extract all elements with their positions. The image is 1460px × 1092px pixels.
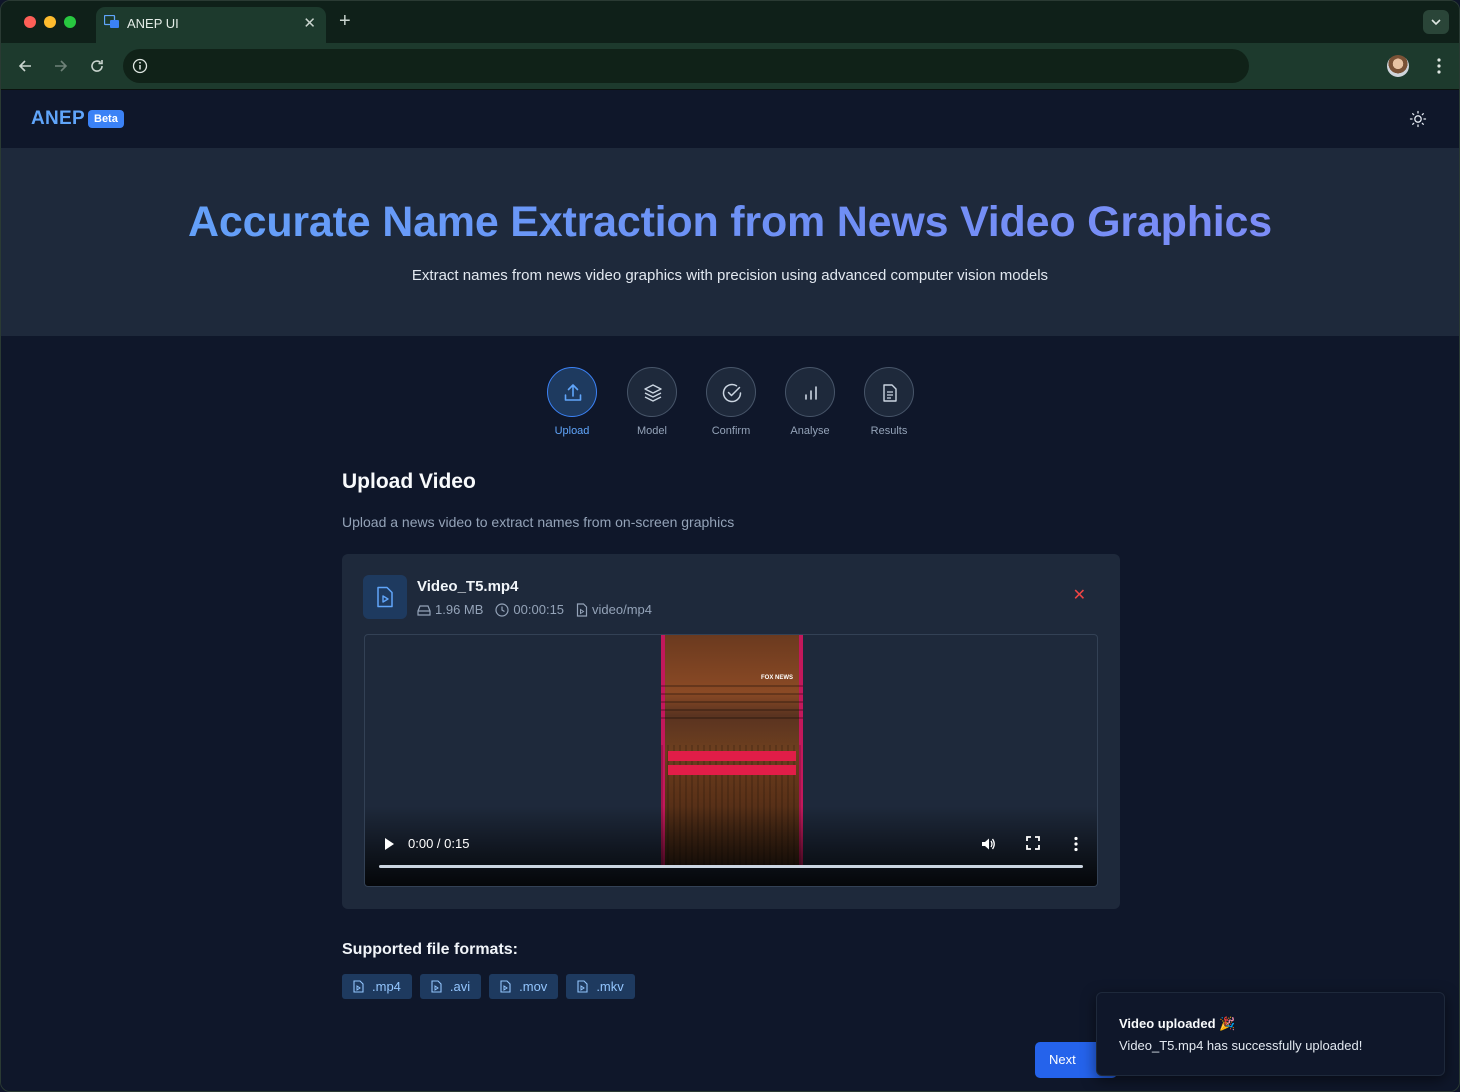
volume-icon[interactable] (980, 836, 996, 852)
section-title: Upload Video (342, 470, 476, 493)
file-type: video/mp4 (576, 602, 652, 617)
formats-title: Supported file formats: (342, 941, 519, 958)
video-time: 0:00 / 0:15 (408, 836, 470, 851)
document-icon (883, 384, 897, 402)
address-bar[interactable] (123, 49, 1249, 83)
video-player[interactable]: FOX NEWS 0:00 / 0:15 (364, 634, 1098, 887)
video-file-icon (377, 586, 393, 608)
file-duration: 00:00:15 (495, 602, 564, 617)
close-window-button[interactable] (24, 16, 36, 28)
hero-title: Accurate Name Extraction from News Video… (1, 198, 1459, 247)
step-label: Analyse (790, 425, 830, 437)
play-icon[interactable] (385, 838, 394, 850)
fullscreen-icon[interactable] (1026, 836, 1040, 850)
info-icon[interactable] (132, 58, 148, 74)
favicon-icon (104, 15, 119, 28)
file-video-icon (431, 980, 442, 993)
format-chip: .mp4 (342, 974, 412, 999)
bar-chart-icon (805, 386, 817, 400)
step-analyse[interactable]: Analyse (784, 367, 836, 437)
file-video-icon (577, 980, 588, 993)
browser-tab[interactable]: ANEP UI ✕ (96, 7, 326, 43)
format-chip: .mkv (566, 974, 635, 999)
more-options-icon[interactable] (1074, 836, 1078, 852)
beta-badge: Beta (88, 110, 124, 128)
hero-subtitle: Extract names from news video graphics w… (411, 267, 1049, 284)
forward-arrow-icon[interactable] (51, 56, 71, 76)
maximize-window-button[interactable] (64, 16, 76, 28)
file-icon-box (363, 575, 407, 619)
minimize-window-button[interactable] (44, 16, 56, 28)
file-video-icon (576, 602, 588, 617)
formats-list: .mp4 .avi .mov .mkv (342, 974, 643, 999)
remove-file-button[interactable]: ✕ (1073, 588, 1086, 604)
step-label: Confirm (711, 425, 751, 437)
file-video-icon (500, 980, 511, 993)
new-tab-button[interactable]: + (339, 11, 351, 31)
browser-toolbar (1, 43, 1459, 90)
format-chip: .mov (489, 974, 559, 999)
step-label: Results (870, 425, 908, 437)
file-meta: 1.96 MB 00:00:15 video/mp4 (417, 602, 664, 617)
step-results[interactable]: Results (863, 367, 915, 437)
browser-window: ANEP UI ✕ + ANEP Beta Accurate Name Extr… (0, 0, 1460, 1092)
step-label: Upload (554, 425, 590, 437)
profile-avatar[interactable] (1387, 55, 1409, 77)
browser-menu-icon[interactable] (1437, 57, 1441, 75)
file-name: Video_T5.mp4 (417, 578, 519, 595)
tab-search-button[interactable] (1423, 10, 1449, 34)
drive-icon (417, 604, 431, 616)
tab-title: ANEP UI (127, 16, 179, 31)
tab-bar: ANEP UI ✕ + (1, 1, 1459, 43)
file-size: 1.96 MB (417, 602, 483, 617)
step-model[interactable]: Model (626, 367, 678, 437)
tab-close-icon[interactable]: ✕ (303, 14, 316, 32)
layers-icon (644, 384, 662, 402)
step-confirm[interactable]: Confirm (705, 367, 757, 437)
step-label: Model (637, 425, 667, 437)
file-video-icon (353, 980, 364, 993)
app-logo[interactable]: ANEP (31, 108, 85, 130)
app-header: ANEP Beta (1, 90, 1459, 149)
upload-toast: Video uploaded 🎉 Video_T5.mp4 has succes… (1096, 992, 1445, 1076)
step-upload[interactable]: Upload (546, 367, 598, 437)
toast-title: Video uploaded 🎉 (1119, 1016, 1236, 1031)
hero-section: Accurate Name Extraction from News Video… (1, 149, 1459, 336)
reload-icon[interactable] (87, 56, 107, 76)
upload-icon (564, 384, 582, 401)
format-chip: .avi (419, 974, 482, 999)
video-progress-bar[interactable] (379, 865, 1083, 868)
back-arrow-icon[interactable] (15, 56, 35, 76)
chevron-down-icon (1431, 19, 1441, 26)
check-circle-icon (722, 383, 742, 403)
progress-stepper: Upload Model Confirm Analyse Results (546, 367, 916, 447)
section-subtitle: Upload a news video to extract names fro… (342, 514, 735, 530)
uploaded-file-card: Video_T5.mp4 1.96 MB 00:00:15 video/mp4 … (342, 554, 1120, 909)
toast-message: Video_T5.mp4 has successfully uploaded! (1119, 1038, 1363, 1053)
clock-icon (495, 602, 510, 617)
video-watermark: FOX NEWS (760, 675, 793, 681)
sun-icon[interactable] (1409, 110, 1427, 128)
app-root: ANEP Beta Accurate Name Extraction from … (1, 90, 1459, 1091)
